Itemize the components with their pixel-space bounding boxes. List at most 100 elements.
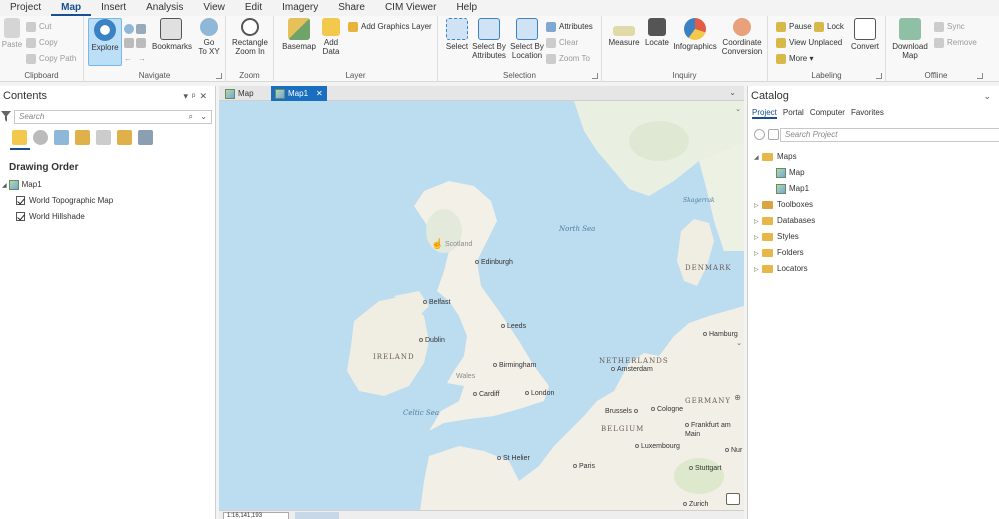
list-by-editing-icon[interactable]: [75, 130, 90, 145]
catalog-item-styles[interactable]: ▷ Styles: [754, 230, 799, 244]
contents-search-input[interactable]: Search ⌕ ⌄: [14, 110, 212, 124]
scale-selector[interactable]: 1:16,141,193: [223, 512, 289, 519]
catalog-item-toolboxes[interactable]: ▷ Toolboxes: [754, 198, 813, 212]
list-by-selection-icon[interactable]: [54, 130, 69, 145]
layer-item[interactable]: World Hillshade: [16, 210, 85, 224]
triangle-right-icon[interactable]: ▷: [754, 215, 762, 229]
tab-help[interactable]: Help: [446, 0, 487, 16]
filter-icon[interactable]: [1, 111, 11, 122]
basemap-button[interactable]: Basemap: [280, 18, 318, 51]
layer-visibility-checkbox[interactable]: [16, 196, 25, 206]
layer-item[interactable]: World Topographic Map: [16, 194, 113, 208]
tab-view[interactable]: View: [193, 0, 235, 16]
back-arrow-icon[interactable]: [754, 129, 765, 140]
tab-imagery[interactable]: Imagery: [272, 0, 328, 16]
list-by-drawing-order-icon[interactable]: [12, 130, 27, 145]
catalog-item-maps[interactable]: ◢ Maps: [754, 150, 797, 164]
tab-insert[interactable]: Insert: [91, 0, 136, 16]
map-navigator-icon[interactable]: [726, 493, 740, 505]
previous-extent-button[interactable]: [136, 22, 149, 36]
list-by-data-source-icon[interactable]: [33, 130, 48, 145]
map-tab-map[interactable]: Map: [221, 86, 258, 101]
catalog-tab-computer[interactable]: Computer: [810, 108, 845, 119]
view-unplaced-button[interactable]: View Unplaced: [776, 36, 842, 50]
triangle-down-icon[interactable]: ◢: [2, 183, 7, 189]
locate-button[interactable]: Locate: [642, 18, 672, 47]
triangle-right-icon[interactable]: ▷: [754, 199, 762, 213]
tree-item-map1[interactable]: ◢ Map1: [2, 178, 42, 192]
tab-project[interactable]: Project: [0, 0, 51, 16]
city-dot-icon: [497, 456, 501, 460]
copy-button[interactable]: Copy: [26, 36, 58, 50]
close-icon[interactable]: ✕: [199, 91, 211, 101]
chevron-down-icon[interactable]: ⌄: [736, 339, 742, 347]
navigate-launcher[interactable]: [216, 73, 222, 79]
download-map-button[interactable]: Download Map: [890, 18, 930, 60]
chevron-down-icon[interactable]: ⌄: [735, 105, 741, 113]
list-by-perspective-icon[interactable]: [138, 130, 153, 145]
catalog-search-input[interactable]: Search Project: [780, 128, 999, 142]
copy-path-button[interactable]: Copy Path: [26, 52, 76, 66]
rectangle-zoom-in-button[interactable]: Rectangle Zoom In: [230, 18, 270, 56]
triangle-right-icon[interactable]: ▷: [754, 231, 762, 245]
cut-button[interactable]: Cut: [26, 20, 51, 34]
chevron-down-icon[interactable]: ▾: [184, 91, 193, 101]
paste-button[interactable]: Paste: [1, 18, 23, 49]
tab-analysis[interactable]: Analysis: [136, 0, 193, 16]
triangle-down-icon[interactable]: ◢: [754, 151, 762, 165]
measure-button[interactable]: Measure: [606, 18, 642, 47]
map-view[interactable]: Scotland Edinburgh North Sea Skagerrak D…: [219, 101, 744, 519]
select-button[interactable]: Select: [440, 18, 474, 51]
pause-labeling-button[interactable]: Pause: [776, 20, 812, 34]
close-icon[interactable]: ✕: [316, 89, 323, 98]
bookmarks-button[interactable]: Bookmarks: [152, 18, 192, 51]
catalog-tab-project[interactable]: Project: [752, 108, 777, 119]
more-labeling-button[interactable]: More ▾: [776, 52, 813, 66]
catalog-tab-portal[interactable]: Portal: [783, 108, 804, 119]
catalog-map-item[interactable]: Map1: [776, 182, 809, 196]
navigator-toggle-icon[interactable]: ⊕: [734, 393, 741, 402]
search-icon[interactable]: ⌕: [189, 112, 193, 122]
list-by-snapping-icon[interactable]: [96, 130, 111, 145]
back-button[interactable]: ←: [124, 52, 132, 66]
explore-button[interactable]: Explore: [88, 18, 122, 66]
catalog-map-item[interactable]: Map: [776, 166, 805, 180]
select-by-attributes-button[interactable]: Select By Attributes: [470, 18, 508, 60]
convert-button[interactable]: Convert: [848, 18, 882, 51]
lock-labeling-button[interactable]: Lock: [814, 20, 844, 34]
coordinate-conversion-button[interactable]: Coordinate Conversion: [718, 18, 766, 56]
tab-edit[interactable]: Edit: [235, 0, 272, 16]
view-buttons[interactable]: [295, 512, 339, 519]
tab-share[interactable]: Share: [328, 0, 375, 16]
add-data-button[interactable]: Add Data: [318, 18, 344, 56]
triangle-right-icon[interactable]: ▷: [754, 247, 762, 261]
chevron-down-icon[interactable]: ⌄: [983, 91, 995, 101]
zoom-to-selection-button[interactable]: Zoom To: [546, 52, 590, 66]
catalog-item-locators[interactable]: ▷ Locators: [754, 262, 808, 276]
add-graphics-layer-button[interactable]: Add Graphics Layer: [348, 20, 432, 34]
tab-cim-viewer[interactable]: CIM Viewer: [375, 0, 447, 16]
attributes-button[interactable]: Attributes: [546, 20, 593, 34]
fixed-zoom-out-button[interactable]: [136, 36, 149, 50]
chevron-down-icon[interactable]: ⌄: [729, 88, 736, 97]
triangle-right-icon[interactable]: ▷: [754, 263, 762, 277]
list-by-labeling-icon[interactable]: [117, 130, 132, 145]
chevron-down-icon[interactable]: ⌄: [200, 112, 207, 121]
catalog-tab-favorites[interactable]: Favorites: [851, 108, 884, 119]
map-tab-map1[interactable]: Map1 ✕: [271, 86, 327, 101]
layer-visibility-checkbox[interactable]: [16, 212, 25, 222]
catalog-item-databases[interactable]: ▷ Databases: [754, 214, 815, 228]
forward-button[interactable]: →: [138, 52, 146, 66]
clear-selection-button[interactable]: Clear: [546, 36, 578, 50]
browse-icon[interactable]: [768, 129, 779, 140]
select-by-location-button[interactable]: Select By Location: [508, 18, 546, 60]
catalog-item-folders[interactable]: ▷ Folders: [754, 246, 804, 260]
sync-button[interactable]: Sync: [934, 20, 965, 34]
selection-launcher[interactable]: [592, 73, 598, 79]
tab-map[interactable]: Map: [51, 0, 92, 16]
labeling-launcher[interactable]: [876, 73, 882, 79]
offline-launcher[interactable]: [977, 73, 983, 79]
infographics-button[interactable]: Infographics: [672, 18, 718, 51]
remove-button[interactable]: Remove: [934, 36, 977, 50]
go-to-xy-button[interactable]: Go To XY: [192, 18, 226, 56]
